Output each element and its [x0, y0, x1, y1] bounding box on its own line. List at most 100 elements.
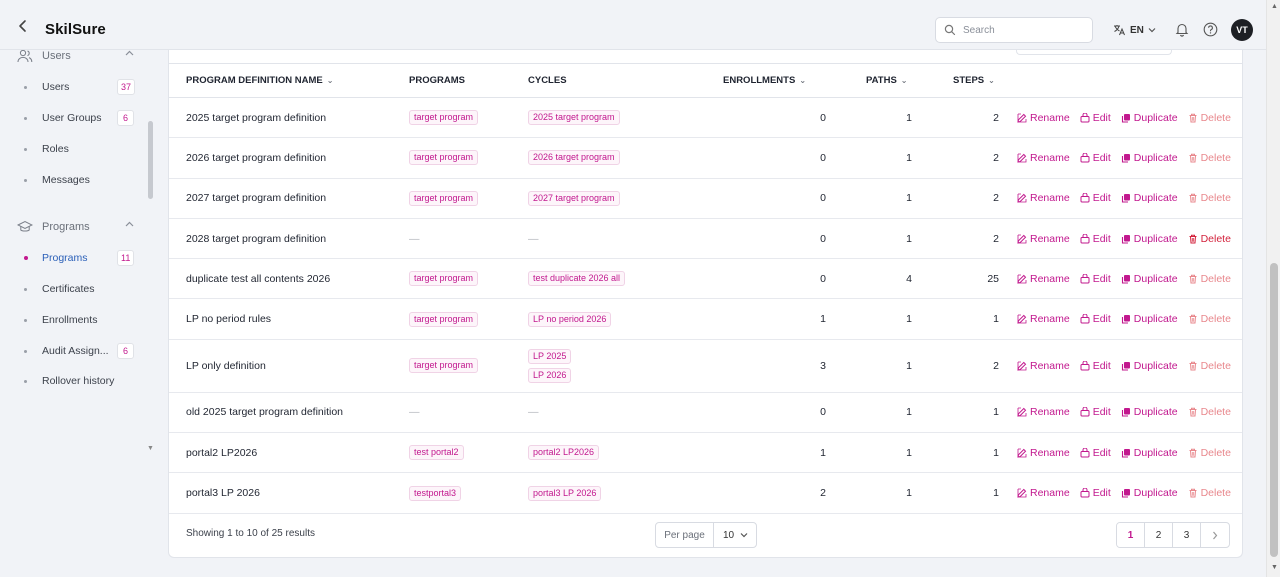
column-header-name[interactable]: PROGRAM DEFINITION NAME ⌄ — [169, 63, 409, 98]
page-button-2[interactable]: 2 — [1145, 523, 1173, 547]
rename-button[interactable]: Rename — [1017, 313, 1070, 325]
delete-button[interactable]: Delete — [1188, 192, 1231, 204]
table-row[interactable]: portal3 LP 2026 testportal3 portal3 LP 2… — [169, 472, 1242, 514]
edit-button[interactable]: Edit — [1080, 487, 1111, 499]
filter-input-edge[interactable] — [1016, 49, 1172, 55]
column-header-enrollments[interactable]: ENROLLMENTS ⌄ — [688, 63, 826, 98]
rename-button[interactable]: Rename — [1017, 192, 1070, 204]
delete-button[interactable]: Delete — [1188, 273, 1231, 285]
sidebar-scrollbar[interactable] — [148, 121, 153, 199]
per-page-value[interactable]: 10 — [714, 523, 756, 547]
edit-button[interactable]: Edit — [1080, 152, 1111, 164]
edit-button[interactable]: Edit — [1080, 192, 1111, 204]
page-button-1[interactable]: 1 — [1117, 523, 1145, 547]
per-page-select[interactable]: Per page 10 — [655, 522, 757, 548]
cycles-tag[interactable]: 2026 target program — [528, 150, 620, 166]
table-row[interactable]: 2025 target program definition target pr… — [169, 97, 1242, 139]
delete-button[interactable]: Delete — [1188, 233, 1231, 245]
table-row[interactable]: 2026 target program definition target pr… — [169, 137, 1242, 179]
rename-button[interactable]: Rename — [1017, 152, 1070, 164]
edit-button[interactable]: Edit — [1080, 233, 1111, 245]
delete-button[interactable]: Delete — [1188, 152, 1231, 164]
avatar[interactable]: VT — [1231, 19, 1253, 41]
duplicate-button[interactable]: Duplicate — [1121, 406, 1178, 418]
delete-button[interactable]: Delete — [1188, 406, 1231, 418]
rename-button[interactable]: Rename — [1017, 273, 1070, 285]
duplicate-button[interactable]: Duplicate — [1121, 447, 1178, 459]
table-row[interactable]: 2028 target program definition — — 0 1 2… — [169, 218, 1242, 260]
duplicate-button[interactable]: Duplicate — [1121, 487, 1178, 499]
duplicate-button[interactable]: Duplicate — [1121, 233, 1178, 245]
cycles-tag[interactable]: portal2 LP2026 — [528, 445, 600, 461]
cycles-tag[interactable]: test duplicate 2026 all — [528, 271, 626, 287]
bell-icon[interactable] — [1175, 22, 1189, 40]
sidebar-item-roles[interactable]: Roles — [20, 140, 142, 158]
duplicate-button[interactable]: Duplicate — [1121, 152, 1178, 164]
sidebar-item-programs[interactable]: Programs 11 — [20, 249, 142, 267]
sidebar-item-user-groups[interactable]: User Groups 6 — [20, 109, 142, 127]
edit-button[interactable]: Edit — [1080, 112, 1111, 124]
search-input[interactable] — [963, 22, 1085, 38]
table-row[interactable]: old 2025 target program definition — — 0… — [169, 392, 1242, 434]
sidebar-item-audit-assignments[interactable]: Audit Assign... 6 — [20, 342, 142, 360]
help-icon[interactable] — [1203, 22, 1218, 40]
column-header-steps[interactable]: STEPS ⌄ — [912, 63, 999, 98]
rename-button[interactable]: Rename — [1017, 487, 1070, 499]
table-row[interactable]: portal2 LP2026 test portal2 portal2 LP20… — [169, 432, 1242, 474]
edit-button[interactable]: Edit — [1080, 406, 1111, 418]
sidebar-item-users[interactable]: Users 37 — [20, 78, 142, 96]
rename-button[interactable]: Rename — [1017, 406, 1070, 418]
table-row[interactable]: LP only definition target program LP 202… — [169, 339, 1242, 393]
search-box[interactable] — [935, 17, 1093, 43]
sidebar-item-enrollments[interactable]: Enrollments — [20, 311, 142, 329]
cycles-tag[interactable]: portal3 LP 2026 — [528, 485, 602, 501]
delete-button[interactable]: Delete — [1188, 487, 1231, 499]
duplicate-button[interactable]: Duplicate — [1121, 360, 1178, 372]
sidebar-item-rollover-history[interactable]: Rollover history — [20, 372, 142, 390]
delete-button[interactable]: Delete — [1188, 313, 1231, 325]
sidebar-item-messages[interactable]: Messages — [20, 171, 142, 189]
edit-button[interactable]: Edit — [1080, 273, 1111, 285]
table-row[interactable]: LP no period rules target program LP no … — [169, 298, 1242, 340]
cycles-tag[interactable]: 2027 target program — [528, 190, 620, 206]
duplicate-button[interactable]: Duplicate — [1121, 112, 1178, 124]
cycles-tag[interactable]: LP 2025 — [528, 348, 572, 364]
table-row[interactable]: duplicate test all contents 2026 target … — [169, 258, 1242, 300]
page-scrollbar[interactable]: ▲ ▼ — [1266, 0, 1280, 577]
delete-button[interactable]: Delete — [1188, 360, 1231, 372]
programs-tag[interactable]: testportal3 — [409, 485, 462, 501]
table-row[interactable]: 2027 target program definition target pr… — [169, 178, 1242, 219]
edit-button[interactable]: Edit — [1080, 360, 1111, 372]
programs-tag[interactable]: target program — [409, 271, 479, 287]
delete-button[interactable]: Delete — [1188, 447, 1231, 459]
rename-button[interactable]: Rename — [1017, 360, 1070, 372]
programs-tag[interactable]: test portal2 — [409, 445, 464, 461]
programs-tag[interactable]: target program — [409, 190, 479, 206]
sidebar-section-users[interactable]: Users — [17, 50, 134, 64]
programs-tag[interactable]: target program — [409, 110, 479, 126]
next-page-button[interactable] — [1201, 523, 1229, 547]
rename-button[interactable]: Rename — [1017, 112, 1070, 124]
scroll-down-arrow-icon[interactable]: ▼ — [1271, 564, 1278, 571]
language-selector[interactable]: EN — [1113, 22, 1156, 38]
duplicate-button[interactable]: Duplicate — [1121, 273, 1178, 285]
duplicate-button[interactable]: Duplicate — [1121, 313, 1178, 325]
page-scrollbar-thumb[interactable] — [1270, 263, 1278, 557]
sidebar-section-programs[interactable]: Programs — [17, 219, 134, 235]
edit-button[interactable]: Edit — [1080, 447, 1111, 459]
delete-button[interactable]: Delete — [1188, 112, 1231, 124]
cycles-tag[interactable]: 2025 target program — [528, 110, 620, 126]
programs-tag[interactable]: target program — [409, 150, 479, 166]
back-arrow-icon[interactable] — [16, 19, 30, 33]
programs-tag[interactable]: target program — [409, 311, 479, 327]
cycles-tag[interactable]: LP 2026 — [528, 367, 572, 383]
programs-tag[interactable]: target program — [409, 358, 479, 374]
scroll-up-arrow-icon[interactable]: ▲ — [1271, 3, 1278, 10]
sidebar-item-certificates[interactable]: Certificates — [20, 280, 142, 298]
edit-button[interactable]: Edit — [1080, 313, 1111, 325]
column-header-paths[interactable]: PATHS ⌄ — [826, 63, 912, 98]
rename-button[interactable]: Rename — [1017, 447, 1070, 459]
duplicate-button[interactable]: Duplicate — [1121, 192, 1178, 204]
cycles-tag[interactable]: LP no period 2026 — [528, 311, 612, 327]
page-button-3[interactable]: 3 — [1173, 523, 1201, 547]
